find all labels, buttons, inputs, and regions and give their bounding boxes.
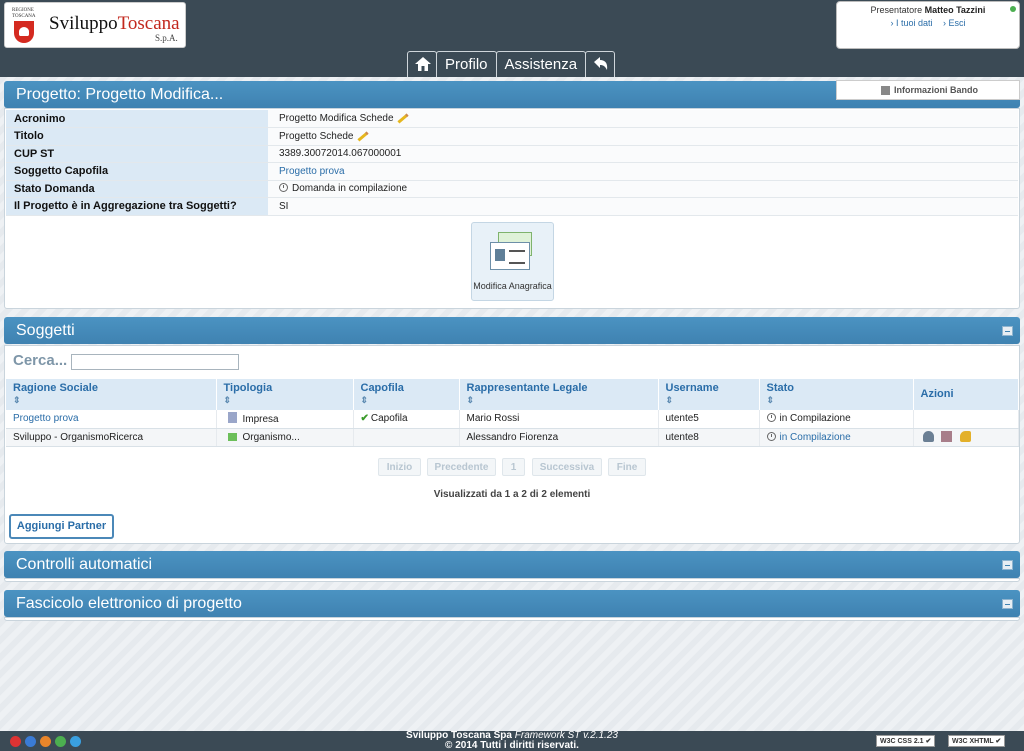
aggiungi-partner-button[interactable]: Aggiungi Partner — [9, 514, 114, 539]
table-row: Progetto prova Impresa ✔ Capofila Mario R… — [6, 410, 1019, 429]
check-icon: ✔ — [360, 413, 369, 425]
ie-icon — [25, 736, 36, 747]
firefox-icon — [40, 736, 51, 747]
stato-link[interactable]: in Compilazione — [780, 432, 851, 443]
col-username[interactable]: Username ⇕ — [658, 379, 760, 410]
sviluppo-toscana-logo[interactable]: REGIONE TOSCANA SviluppoToscana S.p.A. — [4, 2, 186, 48]
w3c-xhtml-badge[interactable]: W3C XHTML ✔ — [948, 735, 1006, 747]
controlli-title: Controlli automatici — [16, 556, 153, 573]
pager-fine[interactable]: Fine — [608, 458, 646, 476]
expand-icon[interactable] — [1002, 599, 1013, 609]
id-card-icon — [488, 232, 536, 272]
detail-row-aggregazione: Il Progetto è in Aggregazione tra Sogget… — [6, 197, 1018, 216]
opera-icon — [10, 736, 21, 747]
soggetti-table: Ragione Sociale ⇕ Tipologia ⇕ Capofila ⇕ Ra… — [6, 379, 1019, 447]
chrome-icon — [55, 736, 66, 747]
nav-back[interactable] — [585, 51, 616, 77]
safari-icon — [70, 736, 81, 747]
detail-row-cup: CUP ST 3389.30072014.067000001 — [6, 145, 1018, 163]
pager-page-1[interactable]: 1 — [502, 458, 525, 476]
plus-icon — [881, 86, 890, 95]
aggregazione-value: SI — [268, 197, 1018, 216]
col-capofila[interactable]: Capofila ⇕ — [353, 379, 460, 410]
clock-icon — [766, 431, 776, 441]
user-box: Presentatore Matteo Tazzini › I tuoi dat… — [836, 1, 1020, 49]
sort-icon[interactable]: ⇕ — [361, 395, 459, 406]
modifica-anagrafica-button[interactable]: Modifica Anagrafica — [471, 222, 554, 301]
logo-spa: S.p.A. — [155, 33, 178, 43]
titolo-value: Progetto Schede — [279, 130, 354, 142]
col-ragione-sociale[interactable]: Ragione Sociale ⇕ — [6, 379, 217, 410]
soggetti-header[interactable]: Soggetti — [4, 317, 1020, 344]
controlli-header[interactable]: Controlli automatici — [4, 551, 1020, 578]
sort-icon[interactable]: ⇕ — [767, 395, 913, 406]
visualizzati-text: Visualizzati da 1 a 2 di 2 elementi — [433, 489, 591, 500]
link-tuoi-dati[interactable]: › I tuoi dati — [890, 18, 932, 28]
nav-profilo[interactable]: Profilo — [436, 51, 497, 77]
clock-icon — [279, 183, 288, 193]
acronimo-value: Progetto Modifica Schede — [279, 113, 394, 124]
progetto-details-table: Acronimo Progetto Modifica Schede Titolo… — [6, 110, 1018, 216]
pager-successiva[interactable]: Successiva — [532, 458, 602, 476]
user-line: Presentatore Matteo Tazzini — [870, 5, 986, 15]
sort-icon[interactable]: ⇕ — [13, 395, 216, 406]
modifica-anagrafica-label: Modifica Anagrafica — [473, 281, 552, 291]
top-bar: REGIONE TOSCANA SviluppoToscana S.p.A. P… — [0, 0, 1024, 77]
detail-row-titolo: Titolo Progetto Schede — [6, 127, 1018, 146]
col-azioni: Azioni — [913, 379, 1019, 410]
fascicolo-panel — [4, 617, 1020, 621]
nav-home[interactable] — [407, 51, 437, 77]
main-nav: Profilo Assistenza — [407, 51, 616, 77]
pencil-edit-icon[interactable] — [396, 113, 409, 124]
sort-icon[interactable]: ⇕ — [224, 395, 353, 406]
key-icon[interactable] — [960, 431, 972, 442]
fascicolo-header[interactable]: Fascicolo elettronico di progetto — [4, 590, 1020, 617]
user-delete-icon[interactable] — [941, 431, 953, 442]
back-arrow-icon — [594, 57, 608, 70]
home-icon — [415, 57, 431, 71]
collapse-icon[interactable] — [1002, 326, 1013, 336]
user-icon[interactable] — [922, 431, 934, 442]
w3c-css-badge[interactable]: W3C CSS 2.1 ✔ — [876, 735, 936, 747]
table-row: Sviluppo - OrganismoRicerca Organismo...… — [6, 428, 1019, 447]
online-status-icon — [1010, 6, 1016, 12]
detail-row-stato: Stato Domanda Domanda in compilazione — [6, 180, 1018, 198]
search-input[interactable] — [71, 354, 239, 370]
footer: Sviluppo Toscana Spa Framework ST v.2.1.… — [0, 731, 1024, 751]
col-rappresentante[interactable]: Rappresentante Legale ⇕ — [459, 379, 659, 410]
cup-value: 3389.30072014.067000001 — [268, 145, 1018, 163]
sort-icon[interactable]: ⇕ — [467, 395, 658, 406]
link-esci[interactable]: › Esci — [943, 18, 966, 28]
logo-name: SviluppoToscana — [49, 13, 180, 34]
footer-line-2: © 2014 Tutti i diritti riservati. — [445, 740, 579, 751]
pencil-edit-icon[interactable] — [356, 131, 369, 142]
col-stato[interactable]: Stato ⇕ — [759, 379, 914, 410]
progetto-title: Progetto: Progetto Modifica... — [16, 86, 224, 103]
regione-toscana-crest: REGIONE TOSCANA — [12, 8, 42, 46]
nav-assistenza[interactable]: Assistenza — [495, 51, 587, 77]
pager-inizio[interactable]: Inizio — [378, 458, 421, 476]
organization-icon — [227, 432, 237, 441]
detail-row-capofila: Soggetto Capofila Progetto prova — [6, 162, 1018, 181]
col-tipologia[interactable]: Tipologia ⇕ — [216, 379, 354, 410]
clock-icon — [766, 413, 776, 423]
user-name: Matteo Tazzini — [924, 5, 986, 15]
detail-row-acronimo: Acronimo Progetto Modifica Schede — [6, 110, 1018, 128]
controlli-panel — [4, 578, 1020, 582]
sort-icon[interactable]: ⇕ — [666, 395, 759, 406]
fascicolo-title: Fascicolo elettronico di progetto — [16, 595, 242, 612]
expand-icon[interactable] — [1002, 560, 1013, 570]
pager-precedente[interactable]: Precedente — [427, 458, 496, 476]
browser-icons — [10, 736, 85, 747]
table-header: Ragione Sociale ⇕ Tipologia ⇕ Capofila ⇕ Ra… — [6, 379, 1019, 410]
cerca-label: Cerca... — [13, 352, 68, 369]
building-icon — [227, 412, 237, 424]
soggetto-capofila-link[interactable]: Progetto prova — [279, 166, 345, 177]
soggetti-title: Soggetti — [16, 322, 75, 339]
stato-value: Domanda in compilazione — [292, 183, 408, 195]
ragione-sociale-link[interactable]: Progetto prova — [13, 413, 79, 424]
info-bando-button[interactable]: Informazioni Bando — [836, 80, 1020, 100]
